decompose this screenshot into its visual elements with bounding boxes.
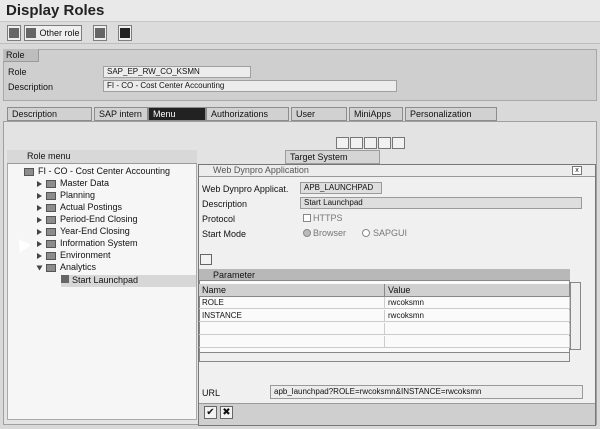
popup-description-label: Description [202, 199, 248, 209]
edit-icon [9, 28, 19, 38]
cancel-button[interactable]: ✖ [220, 406, 233, 419]
edit-button[interactable] [7, 25, 21, 41]
folder-icon [46, 215, 56, 224]
param-empty-row[interactable] [385, 336, 570, 348]
role-section [3, 49, 597, 101]
tab-sap-intern[interactable]: SAP intern [94, 107, 148, 121]
folder-icon [24, 167, 34, 176]
app-field[interactable]: APB_LAUNCHPAD [300, 182, 382, 194]
confirm-button[interactable]: ✔ [204, 406, 217, 419]
param-name-cell[interactable]: INSTANCE [199, 310, 385, 322]
role-field[interactable]: SAP_EP_RW_CO_KSMN [103, 66, 251, 78]
horizontal-scrollbar[interactable] [199, 352, 570, 362]
tab-menu[interactable]: Menu [148, 107, 206, 121]
folder-icon [46, 191, 56, 200]
list-button[interactable] [364, 137, 377, 149]
url-label: URL [202, 388, 221, 398]
folder-icon [46, 263, 56, 272]
copy-button[interactable] [350, 137, 363, 149]
param-value-cell[interactable]: rwcoksmn [385, 310, 570, 322]
tab-personalization[interactable]: Personalization [405, 107, 497, 121]
description-field[interactable]: FI - CO - Cost Center Accounting [103, 80, 397, 92]
param-empty-row[interactable] [385, 323, 570, 335]
folder-icon [46, 251, 56, 260]
tab-user[interactable]: User [291, 107, 347, 121]
tree-item-environment[interactable]: Environment [37, 250, 111, 261]
sapgui-radio[interactable] [362, 229, 370, 237]
other-role-button[interactable]: Other role [24, 25, 82, 41]
tree-item-start-launchpad[interactable]: Start Launchpad [61, 275, 196, 287]
param-empty-row[interactable] [199, 323, 385, 335]
tree-root[interactable]: FI - CO - Cost Center Accounting [24, 166, 170, 177]
vertical-scrollbar[interactable] [570, 282, 581, 350]
title-bar: Display Roles [0, 0, 600, 22]
expand-icon [37, 240, 42, 247]
collapse-icon [36, 265, 43, 271]
parameter-settings-button[interactable] [200, 254, 212, 265]
tab-description[interactable]: Description [7, 107, 92, 121]
info-icon [120, 28, 130, 38]
close-icon[interactable]: x [572, 166, 582, 175]
tab-authorizations[interactable]: Authorizations [206, 107, 289, 121]
expand-icon [37, 180, 42, 187]
info-button-small[interactable] [392, 137, 405, 149]
expand-icon [37, 204, 42, 211]
popup-title: Web Dynpro Application [199, 165, 595, 177]
popup-button-bar [199, 403, 595, 425]
tree-item-planning[interactable]: Planning [37, 190, 95, 201]
https-label: HTTPS [313, 213, 343, 223]
folder-icon [46, 179, 56, 188]
target-system-header: Target System [285, 150, 380, 164]
cancel-icon: ✖ [222, 407, 231, 418]
info-button[interactable] [118, 25, 132, 41]
role-menu-header: Role menu [7, 150, 197, 164]
check-icon: ✔ [206, 407, 215, 418]
hierarchy-icon [95, 28, 105, 38]
expand-icon [37, 252, 42, 259]
tree-item-information-system[interactable]: Information System [37, 238, 138, 249]
tree-item-analytics[interactable]: Analytics [36, 262, 96, 273]
popup-description-field[interactable]: Start Launchpad [300, 197, 582, 209]
tree-item-year-end-closing[interactable]: Year-End Closing [37, 226, 130, 237]
role-header: Role [3, 49, 39, 62]
tabs-bar: Description SAP intern Menu Authorizatio… [0, 107, 600, 121]
tree-item-actual-postings[interactable]: Actual Postings [37, 202, 122, 213]
param-name-cell[interactable]: ROLE [199, 297, 385, 309]
expand-icon [37, 216, 42, 223]
folder-icon [46, 239, 56, 248]
param-name-header[interactable]: Name [199, 284, 385, 297]
param-value-cell[interactable]: rwcoksmn [385, 297, 570, 309]
folder-icon [46, 203, 56, 212]
page-title: Display Roles [6, 2, 105, 19]
other-role-label: Other role [39, 28, 80, 38]
expand-icon [37, 228, 42, 235]
tree-item-master-data[interactable]: Master Data [37, 178, 109, 189]
https-checkbox[interactable] [303, 214, 311, 222]
browser-radio[interactable] [303, 229, 311, 237]
transport-button[interactable] [378, 137, 391, 149]
folder-icon [46, 227, 56, 236]
param-value-header[interactable]: Value [385, 284, 570, 297]
hierarchy-button[interactable] [93, 25, 107, 41]
app-label: Web Dynpro Applicat. [202, 184, 289, 194]
browser-label: Browser [313, 228, 347, 238]
toolbar: Other role [0, 22, 600, 44]
parameter-title: Parameter [199, 269, 570, 281]
display-icon [26, 28, 37, 38]
sapgui-label: SAPGUI [373, 228, 408, 238]
tab-miniapps[interactable]: MiniApps [349, 107, 403, 121]
launchpad-icon [61, 275, 69, 283]
url-field[interactable]: apb_launchpad?ROLE=rwcoksmn&INSTANCE=rwc… [270, 385, 583, 399]
expand-icon [37, 192, 42, 199]
zoom-button[interactable] [336, 137, 349, 149]
protocol-label: Protocol [202, 214, 236, 224]
start-mode-label: Start Mode [202, 229, 247, 239]
description-label: Description [8, 82, 54, 92]
tree-item-period-end-closing[interactable]: Period-End Closing [37, 214, 138, 225]
role-label: Role [8, 67, 27, 77]
param-empty-row[interactable] [199, 336, 385, 348]
